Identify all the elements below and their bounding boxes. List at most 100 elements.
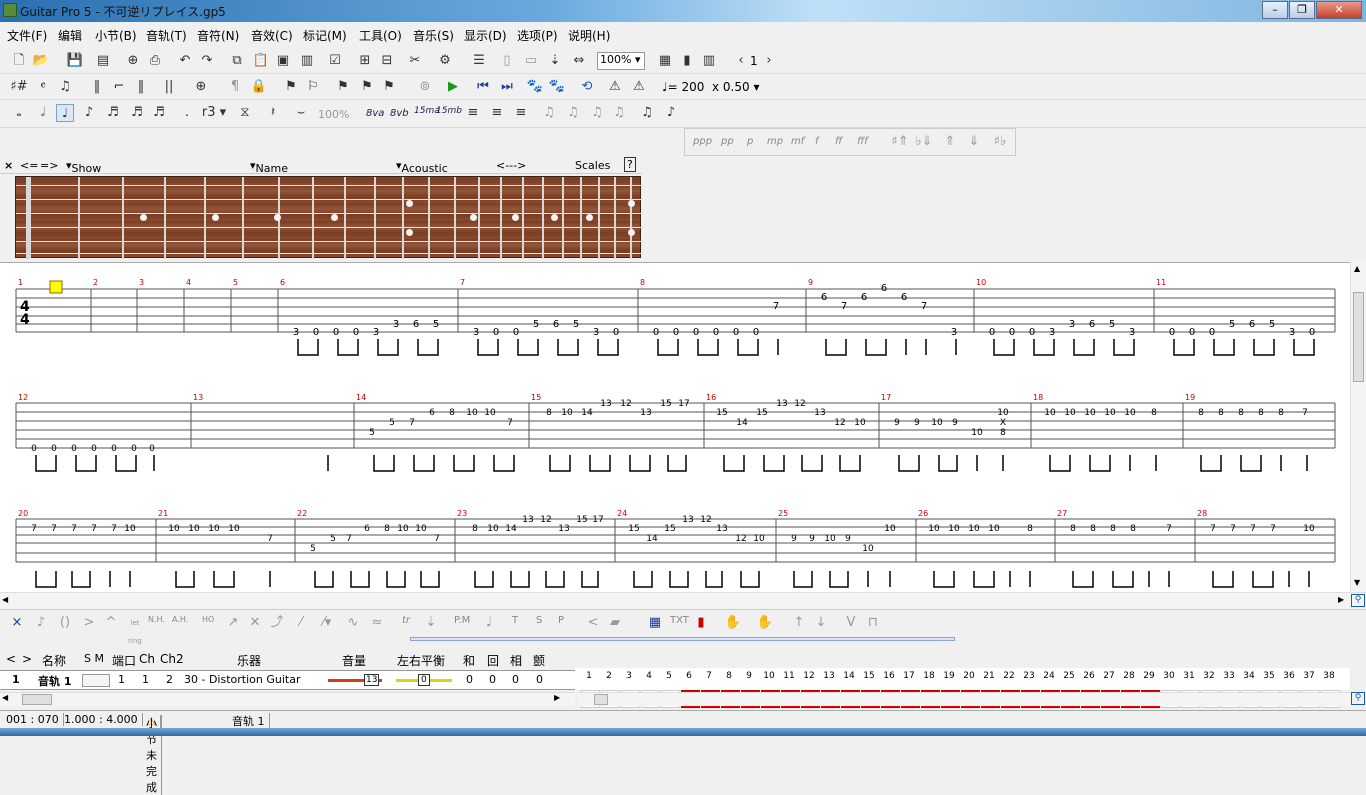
fretboard[interactable] bbox=[15, 176, 642, 259]
key-sig-icon[interactable]: ♯# bbox=[10, 78, 28, 96]
undo-icon[interactable]: ↶ bbox=[176, 52, 194, 70]
menu-music[interactable]: 音乐(S) bbox=[413, 27, 454, 44]
print-icon[interactable]: ⎙ bbox=[146, 52, 164, 70]
alternate-ending-icon[interactable]: ⌐ bbox=[110, 78, 128, 96]
repeat-open-icon[interactable]: ‖ bbox=[88, 78, 106, 96]
tap-button[interactable]: T bbox=[512, 615, 518, 626]
tremolo-picking-icon[interactable]: ⁄ bbox=[292, 614, 310, 632]
menu-options[interactable]: 选项(P) bbox=[517, 27, 558, 44]
auto-beam-icon[interactable]: ♫ bbox=[540, 104, 558, 122]
downstroke-icon[interactable]: ↓ bbox=[812, 614, 830, 632]
track-scroll-thumb[interactable] bbox=[22, 694, 52, 705]
transpose-down-icon[interactable]: ♭⇓ bbox=[915, 133, 933, 151]
phaser-value[interactable]: 0 bbox=[512, 673, 519, 686]
fret-next-button[interactable]: => bbox=[40, 159, 58, 172]
dotted-icon[interactable]: . bbox=[178, 104, 196, 122]
acoustic-select[interactable]: ▾ Acoustic bbox=[396, 159, 448, 175]
settings-gear-icon[interactable]: ⚙ bbox=[436, 52, 454, 70]
remove-bar-icon[interactable]: ⊟ bbox=[378, 52, 396, 70]
menu-effects[interactable]: 音效(C) bbox=[251, 27, 293, 44]
copy-icon[interactable]: ⧉ bbox=[228, 52, 246, 70]
palm-mute-button[interactable]: P.M bbox=[454, 615, 470, 626]
up-bow-icon[interactable]: ⊓ bbox=[864, 614, 882, 632]
properties-icon[interactable]: ▤ bbox=[94, 52, 112, 70]
guitar-icon[interactable]: ▮ bbox=[678, 52, 696, 70]
accent-icon[interactable]: > bbox=[80, 614, 98, 632]
scales-button[interactable]: Scales bbox=[575, 159, 610, 172]
zoom-view-icon[interactable]: ⚲ bbox=[1351, 594, 1365, 607]
new-file-icon[interactable]: 🗋 bbox=[10, 52, 28, 70]
last-icon[interactable]: ⏭ bbox=[498, 78, 516, 96]
hammer-on-button[interactable]: HO bbox=[202, 615, 214, 624]
artificial-harmonic-button[interactable]: A.H. bbox=[172, 615, 188, 624]
flag-red-icon[interactable]: ⚑ bbox=[334, 78, 352, 96]
menu-track[interactable]: 音轨(T) bbox=[146, 27, 187, 44]
tremolo-value[interactable]: 0 bbox=[536, 673, 543, 686]
add-bar-icon[interactable]: ⊞ bbox=[356, 52, 374, 70]
scroll-right-icon[interactable]: ▶ bbox=[1338, 595, 1344, 604]
dyn-ppp[interactable]: ppp bbox=[693, 136, 712, 147]
screen-view-icon[interactable]: ▯ bbox=[498, 52, 516, 70]
speed-select[interactable]: x 0.50 ▾ bbox=[712, 80, 759, 94]
close-button[interactable]: ✕ bbox=[1316, 1, 1362, 19]
speed-trainer2-icon[interactable]: 🐾 bbox=[548, 78, 566, 96]
flag-next-icon[interactable]: ⚑ bbox=[358, 78, 376, 96]
check-icon[interactable]: ☑ bbox=[326, 52, 344, 70]
tuplet-icon[interactable]: r3 ▾ bbox=[200, 104, 228, 122]
upstroke-icon[interactable]: ↑ bbox=[790, 614, 808, 632]
beam-group-icon[interactable]: ♫ bbox=[610, 104, 628, 122]
grace-note-icon[interactable]: ♪ bbox=[32, 614, 50, 632]
help-button[interactable]: ? bbox=[624, 157, 636, 172]
tremolo-bar-icon[interactable]: ⁄▾ bbox=[318, 614, 336, 632]
fingering-left-icon[interactable]: ✋ bbox=[724, 614, 742, 632]
fretboard-icon[interactable]: ▦ bbox=[656, 52, 674, 70]
piano-icon[interactable]: ▥ bbox=[700, 52, 718, 70]
align-right-icon[interactable]: ≡ bbox=[512, 104, 530, 122]
track-scroll-left-icon[interactable]: ◀ bbox=[2, 693, 8, 702]
track-next-icon[interactable]: > bbox=[22, 652, 32, 666]
double-bar-icon[interactable]: || bbox=[160, 78, 178, 96]
legato-icon[interactable]: ⌣ bbox=[292, 104, 310, 122]
scroll-left-icon[interactable]: ◀ bbox=[2, 595, 8, 604]
menu-view[interactable]: 显示(D) bbox=[464, 27, 507, 44]
bend-icon[interactable]: ↗ bbox=[224, 614, 242, 632]
menu-note[interactable]: 音符(N) bbox=[197, 27, 239, 44]
track-zoom-icon[interactable]: ⚲ bbox=[1351, 692, 1365, 705]
open-folder-icon[interactable]: 📂 bbox=[32, 52, 50, 70]
track-channel[interactable]: 1 bbox=[142, 673, 149, 686]
track-channel2[interactable]: 2 bbox=[166, 673, 173, 686]
dyn-p[interactable]: p bbox=[747, 136, 753, 147]
enharmonic-icon[interactable]: ♯♭ bbox=[991, 133, 1009, 151]
play-icon[interactable]: ▶ bbox=[444, 78, 462, 96]
slide-icon[interactable]: ⤴ bbox=[268, 614, 286, 632]
sixteenth-note-icon[interactable]: ♬ bbox=[104, 104, 122, 122]
beam-icon[interactable]: ♫ bbox=[564, 104, 582, 122]
solo-mute-toggle[interactable] bbox=[82, 674, 110, 687]
track-hscroll[interactable]: ◀ ▶ bbox=[0, 692, 575, 706]
next-page-icon[interactable]: › bbox=[760, 52, 778, 70]
dyn-pp[interactable]: pp bbox=[721, 136, 734, 147]
let-ring-icon[interactable]: let ring bbox=[126, 614, 144, 645]
pickstroke-icon[interactable]: ▰ bbox=[606, 614, 624, 632]
close-effects-icon[interactable]: × bbox=[8, 614, 26, 632]
dyn-fff[interactable]: fff bbox=[857, 136, 868, 147]
ottava-8va[interactable]: 8va bbox=[366, 108, 384, 119]
score-area[interactable]: 4 4 1 2 3 4 5 6 7 8 9 10 11 12 13 14 15 … bbox=[0, 262, 1350, 592]
page-view-icon[interactable]: ☰ bbox=[470, 52, 488, 70]
multitrack-icon[interactable]: ⇣ bbox=[546, 52, 564, 70]
vibrato-icon[interactable]: ∿ bbox=[344, 614, 362, 632]
dead-note-icon[interactable]: ✕ bbox=[246, 614, 264, 632]
fingering-right-icon[interactable]: ✋ bbox=[756, 614, 774, 632]
fret-arrows-button[interactable]: <---> bbox=[496, 159, 526, 172]
track-scroll-right-icon[interactable]: ▶ bbox=[554, 693, 560, 702]
countdown-icon[interactable]: ⚠ bbox=[630, 78, 648, 96]
save-icon[interactable]: 💾 bbox=[66, 52, 84, 70]
break-beam-icon[interactable]: ♫ bbox=[588, 104, 606, 122]
measure-hscroll[interactable] bbox=[578, 692, 1350, 706]
tie-icon[interactable]: ⧖ bbox=[236, 104, 254, 122]
marker-icon[interactable]: ⚑ bbox=[282, 78, 300, 96]
eighth-note-icon[interactable]: ♪ bbox=[80, 104, 98, 122]
reverb-value[interactable]: 0 bbox=[489, 673, 496, 686]
chord-diagram-icon[interactable]: ▦ bbox=[646, 614, 664, 632]
slap-button[interactable]: S bbox=[536, 615, 542, 626]
